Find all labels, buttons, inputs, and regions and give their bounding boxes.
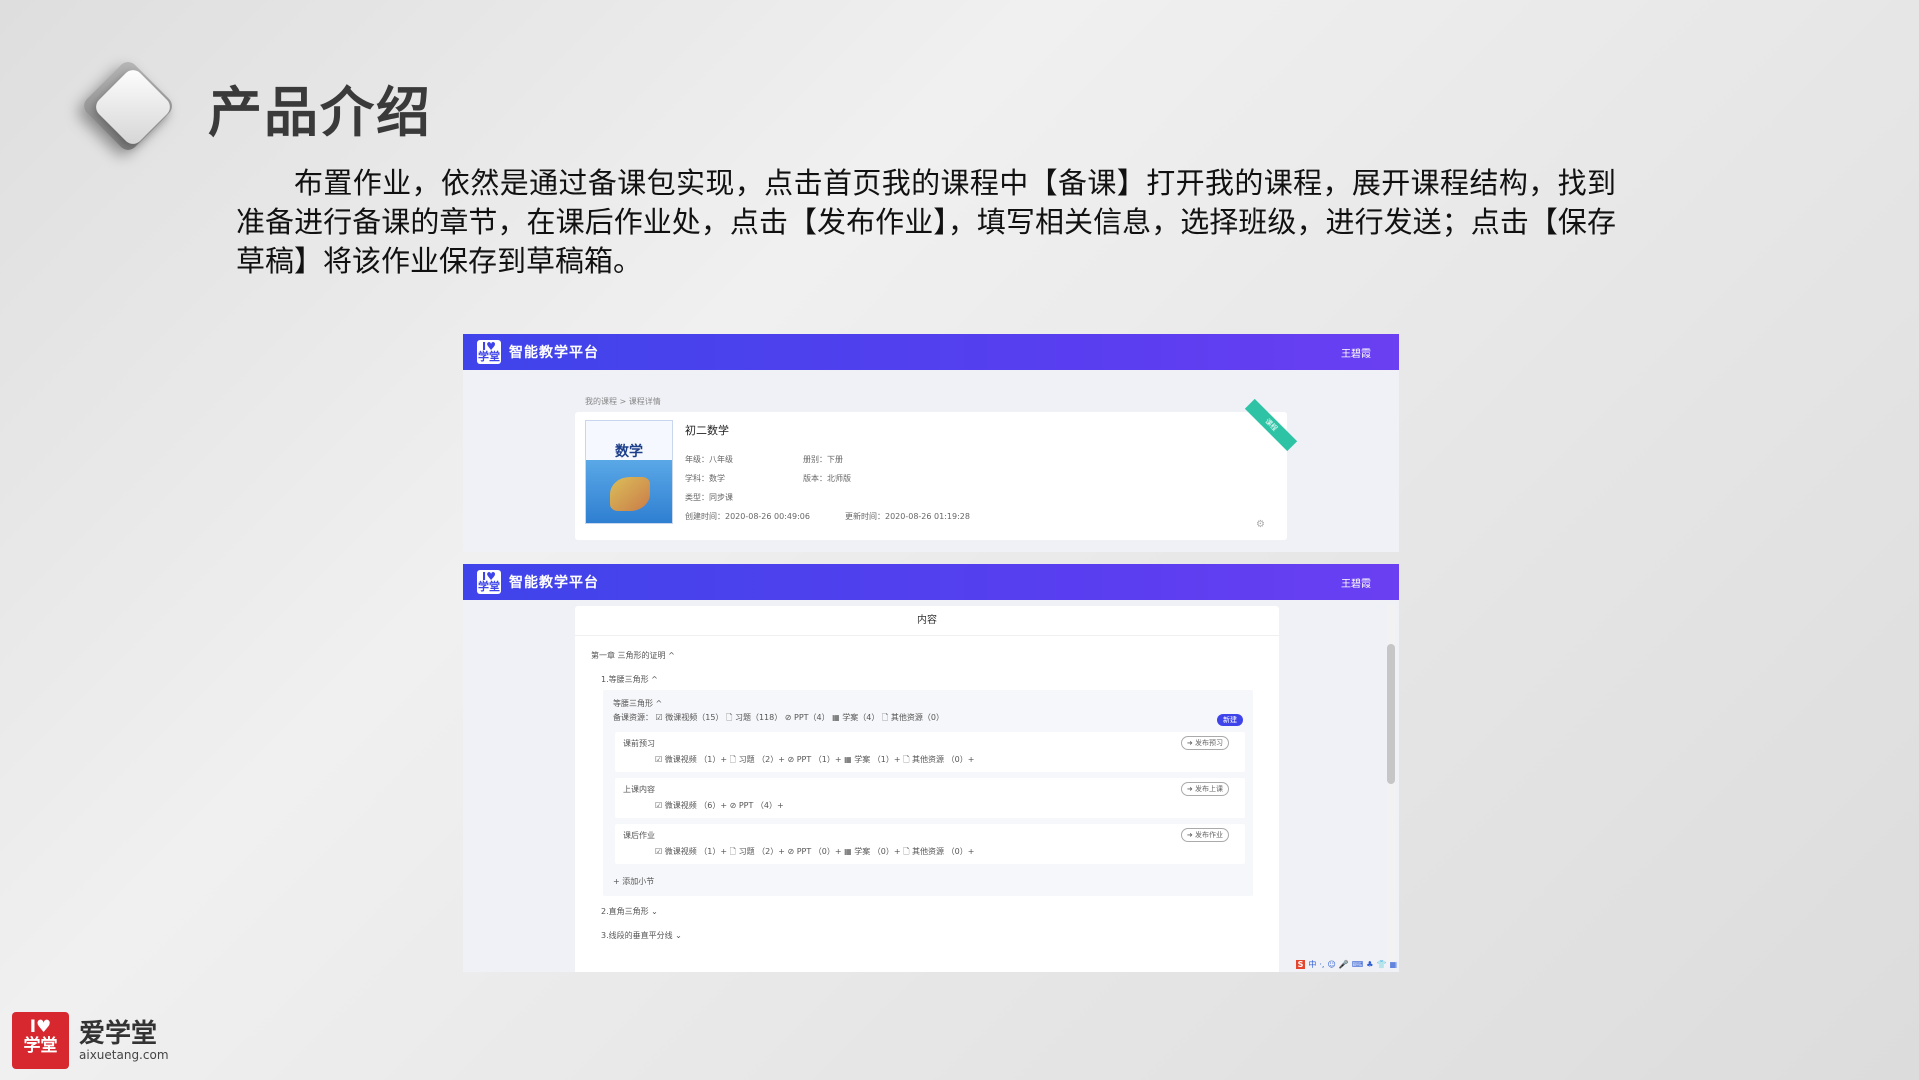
course-title: 初二数学 (685, 424, 729, 437)
section-toggle-3[interactable]: 3.线段的垂直平分线 ⌄ (601, 930, 682, 941)
course-grade: 年级：八年级 (685, 455, 733, 464)
book-cover-title: 数学 (615, 444, 643, 460)
inclass-block: 上课内容 ☑ 微课视频 （6）+ ⊘ PPT （4）+ ➜ 发布上课 (615, 778, 1245, 818)
homework-items[interactable]: ☑ 微课视频 （1）+ 🗋 习题 （2）+ ⊘ PPT （0）+ ▦ 学案 （0… (655, 846, 974, 860)
scrollbar-thumb[interactable] (1387, 644, 1395, 784)
homework-label: 课后作业 (623, 831, 655, 840)
emoji-icon[interactable]: ☺ (1327, 960, 1335, 969)
inclass-label: 上课内容 (623, 785, 655, 794)
title-diamond-icon (72, 57, 177, 160)
brand-text: 爱学堂 aixuetang.com (79, 1020, 169, 1062)
microphone-icon[interactable]: 🎤 (1339, 960, 1349, 969)
platform-title: 智能教学平台 (509, 345, 599, 361)
chapter-toggle[interactable]: 第一章 三角形的证明 ^ (591, 650, 675, 661)
brand-heart-icon: I♥ 学堂 (12, 1012, 69, 1069)
course-edition: 版本：北师版 (803, 474, 851, 483)
new-button[interactable]: 新建 (1217, 714, 1243, 726)
brand-name: 爱学堂 (79, 1018, 158, 1049)
publish-class-button[interactable]: ➜ 发布上课 (1180, 782, 1229, 796)
inclass-items[interactable]: ☑ 微课视频 （6）+ ⊘ PPT （4）+ (655, 800, 784, 811)
content-header: 内容 (575, 606, 1279, 636)
punctuation-icon[interactable]: ·, (1319, 960, 1324, 969)
keyboard-icon[interactable]: ⌨ (1352, 960, 1364, 969)
top-navbar: I♥学堂 智能教学平台 王碧霞 (463, 334, 1399, 370)
settings-gear-icon[interactable]: ⚙ (1256, 519, 1265, 530)
course-detail-screenshot: I♥学堂 智能教学平台 王碧霞 我的课程 > 课程详情 数学 初二数学 年级：八… (463, 334, 1399, 552)
content-card: 内容 第一章 三角形的证明 ^ 1.等腰三角形 ^ 等腰三角形 ^ 备课资源： … (575, 606, 1279, 972)
course-subject: 学科：数学 (685, 474, 725, 483)
breadcrumb[interactable]: 我的课程 > 课程详情 (585, 396, 661, 407)
preclass-items[interactable]: ☑ 微课视频 （1）+ 🗋 习题 （2）+ ⊘ PPT （1）+ ▦ 学案 （1… (655, 754, 974, 768)
brand-logo: I♥ 学堂 爱学堂 aixuetang.com (12, 1012, 169, 1069)
ime-chinese-icon[interactable]: 中 (1308, 959, 1316, 970)
cover-art-icon (610, 477, 650, 511)
subsection-toggle[interactable]: 等腰三角形 ^ (613, 698, 662, 709)
course-updated: 更新时间：2020-08-26 01:19:28 (845, 512, 970, 521)
course-type: 类型：同步课 (685, 493, 733, 502)
course-created: 创建时间：2020-08-26 00:49:06 (685, 512, 810, 521)
brand-url: aixuetang.com (79, 1047, 169, 1062)
platform-logo-icon: I♥学堂 (477, 570, 501, 594)
add-subsection-button[interactable]: + 添加小节 (613, 876, 654, 887)
publish-homework-button[interactable]: ➜ 发布作业 (1180, 828, 1229, 842)
preclass-label: 课前预习 (623, 739, 655, 748)
course-volume: 册别：下册 (803, 455, 843, 464)
grid-icon[interactable]: ▦ (1389, 960, 1397, 969)
textbook-cover-image: 数学 (585, 420, 673, 524)
ime-s-icon[interactable]: S (1295, 959, 1306, 969)
homework-block: 课后作业 ☑ 微课视频 （1）+ 🗋 习题 （2）+ ⊘ PPT （0）+ ▦ … (615, 824, 1245, 864)
course-structure-screenshot: I♥学堂 智能教学平台 王碧霞 内容 第一章 三角形的证明 ^ 1.等腰三角形 … (463, 564, 1399, 972)
section-toggle-2[interactable]: 2.直角三角形 ⌄ (601, 906, 658, 917)
skin-icon[interactable]: 👕 (1376, 960, 1386, 969)
tool-icon[interactable]: ♣ (1366, 960, 1373, 969)
user-name[interactable]: 王碧霞 (1341, 345, 1371, 360)
platform-title: 智能教学平台 (509, 575, 599, 591)
slide-title: 产品介绍 (208, 81, 432, 144)
system-tray: S 中 ·, ☺ 🎤 ⌨ ♣ 👕 ▦ (1295, 958, 1397, 970)
platform-logo-icon: I♥学堂 (477, 340, 501, 364)
intro-paragraph: 布置作业，依然是通过备课包实现，点击首页我的课程中【备课】打开我的课程，展开课程… (236, 166, 1616, 278)
add-subsection-row: + 添加小节 (603, 870, 1253, 890)
publish-preview-button[interactable]: ➜ 发布预习 (1180, 736, 1229, 750)
resource-summary[interactable]: 备课资源： ☑ 微课视频（15） 🗋 习题（118） ⊘ PPT（4） ▦ 学案… (613, 712, 944, 726)
preclass-block: 课前预习 ☑ 微课视频 （1）+ 🗋 习题 （2）+ ⊘ PPT （1）+ ▦ … (615, 732, 1245, 772)
course-card[interactable]: 数学 初二数学 年级：八年级 册别：下册 学科：数学 版本：北师版 类型：同步课… (575, 398, 1298, 540)
bottom-navbar: I♥学堂 智能教学平台 王碧霞 (463, 564, 1399, 600)
course-ribbon: 课程 (1244, 398, 1298, 452)
user-name[interactable]: 王碧霞 (1341, 575, 1371, 590)
section-toggle-1[interactable]: 1.等腰三角形 ^ (601, 674, 658, 685)
